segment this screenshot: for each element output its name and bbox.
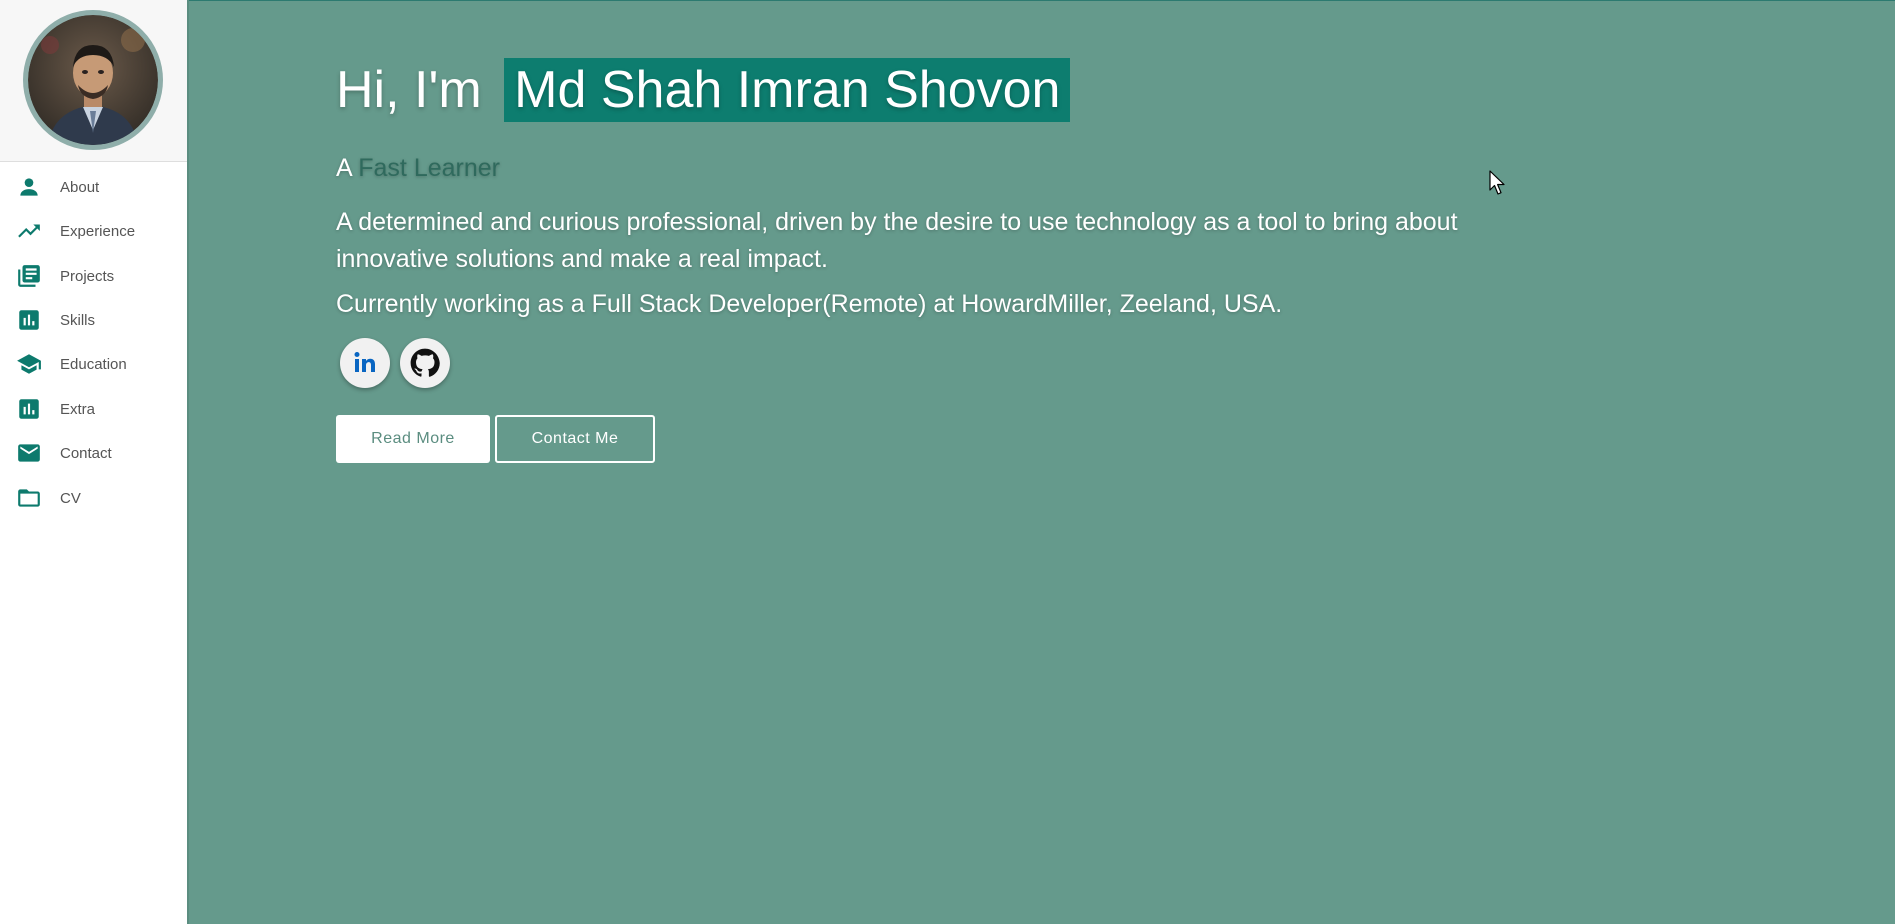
hero-tagline: A Fast Learner: [336, 154, 500, 183]
sidebar-item-label: Extra: [60, 400, 96, 418]
sidebar-item-cv[interactable]: CV: [0, 480, 187, 516]
github-icon: [410, 348, 440, 377]
current-position: Currently working as a Full Stack Develo…: [336, 290, 1283, 318]
sidebar-item-extra[interactable]: Extra: [0, 391, 187, 427]
sidebar-item-label: Experience: [60, 222, 136, 240]
hero-description: A determined and curious professional, d…: [336, 208, 1458, 273]
avatar-image: [28, 15, 158, 145]
bar-chart-icon: [16, 307, 42, 333]
sidebar-item-label: Projects: [60, 267, 115, 285]
linkedin-icon: [354, 352, 375, 372]
github-button[interactable]: [400, 338, 450, 388]
social-links: [340, 338, 450, 388]
tagline-prefix: A: [336, 154, 352, 182]
sidebar-item-label: CV: [60, 489, 81, 507]
mouse-cursor-icon: [1489, 170, 1505, 195]
read-more-button[interactable]: Read More: [336, 415, 490, 463]
hero-actions: Read More Contact Me: [336, 415, 655, 463]
person-icon: [16, 174, 42, 200]
folder-icon: [16, 485, 42, 511]
library-books-icon: [16, 263, 42, 289]
profile-header: [0, 0, 187, 162]
sidebar-item-label: Skills: [60, 311, 96, 329]
tagline-role: Fast Learner: [358, 154, 500, 182]
top-border: [0, 0, 1895, 1]
sidebar-item-education[interactable]: Education: [0, 346, 187, 382]
sidebar-item-skills[interactable]: Skills: [0, 302, 187, 338]
hero-greeting: Hi, I'm Md Shah Imran Shovon: [336, 58, 1071, 122]
avatar: [23, 10, 163, 150]
sidebar-item-label: About: [60, 178, 100, 196]
contact-me-button[interactable]: Contact Me: [495, 415, 655, 463]
sidebar: About Experience Projects Skills Educati…: [0, 0, 189, 924]
sidebar-item-label: Education: [60, 355, 127, 373]
greeting-prefix: Hi, I'm: [336, 61, 482, 119]
hero-name: Md Shah Imran Shovon: [504, 58, 1071, 122]
mail-icon: [16, 440, 42, 466]
sidebar-item-about[interactable]: About: [0, 169, 187, 205]
sidebar-item-label: Contact: [60, 444, 112, 462]
trending-up-icon: [16, 218, 42, 244]
sidebar-item-contact[interactable]: Contact: [0, 435, 187, 471]
sidebar-item-projects[interactable]: Projects: [0, 258, 187, 294]
school-icon: [16, 351, 42, 377]
sidebar-item-experience[interactable]: Experience: [0, 213, 187, 249]
bar-chart-icon: [16, 396, 42, 422]
linkedin-button[interactable]: [340, 338, 390, 388]
